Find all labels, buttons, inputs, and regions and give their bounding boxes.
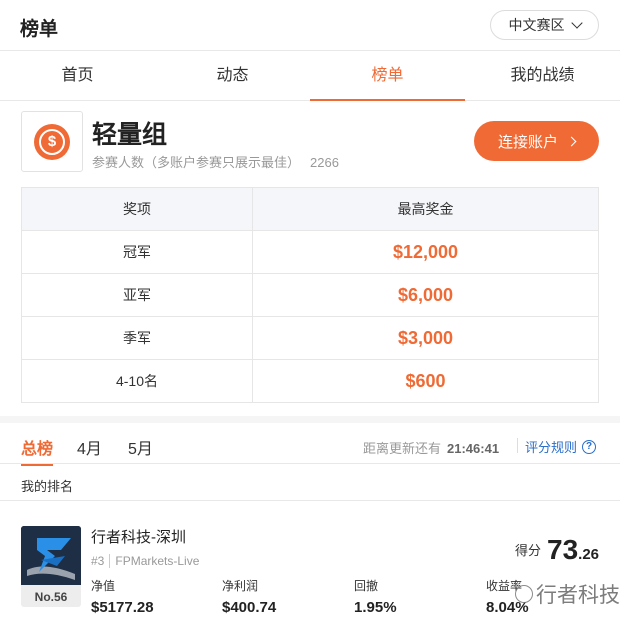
prize-amount: $6,000 xyxy=(252,273,599,317)
award-name: 季军 xyxy=(21,316,253,360)
tab-my-record[interactable]: 我的战绩 xyxy=(465,51,620,100)
prize-table-header: 奖项 最高奖金 xyxy=(21,187,599,231)
team-logo xyxy=(21,526,81,585)
participants-info: 参赛人数（多账户参赛只展示最佳） 2266 xyxy=(92,152,339,171)
award-name: 亚军 xyxy=(21,273,253,317)
award-name: 4-10名 xyxy=(21,359,253,403)
page: 榜单 中文赛区 首页 动态 榜单 我的战绩 $ 轻量组 参赛人数（多账户参赛只展… xyxy=(0,0,620,633)
region-select[interactable]: 中文赛区 xyxy=(490,10,599,40)
watermark-icon xyxy=(515,585,533,603)
watermark: 行者科技 xyxy=(515,579,620,609)
stat-net-profit: 净利润 $400.74 xyxy=(222,577,276,616)
update-label: 距离更新还有 xyxy=(363,441,442,456)
header: 榜单 中文赛区 xyxy=(0,0,620,51)
prize-table: 奖项 最高奖金 冠军 $12,000 亚军 $6,000 季军 $3,000 4… xyxy=(21,187,599,403)
participants-label: 参赛人数（多账户参赛只展示最佳） xyxy=(92,155,301,170)
stat-net-value: 净值 $5177.28 xyxy=(91,577,154,616)
avatar[interactable]: No.56 xyxy=(21,526,81,607)
main-tabs: 首页 动态 榜单 我的战绩 xyxy=(0,51,620,101)
chevron-down-icon xyxy=(570,17,583,29)
divider xyxy=(0,500,620,501)
tab-may[interactable]: 5月 xyxy=(128,435,153,459)
my-rank-label: 我的排名 xyxy=(21,479,74,494)
table-row: 季军 $3,000 xyxy=(21,316,599,360)
page-title: 榜单 xyxy=(20,19,59,40)
divider xyxy=(517,438,518,453)
connect-account-label: 连接账户 xyxy=(497,133,558,151)
table-row: 4-10名 $600 xyxy=(21,359,599,403)
stat-value: 1.95% xyxy=(354,599,397,616)
prize-amount: $3,000 xyxy=(252,316,599,360)
stat-label: 净值 xyxy=(91,579,116,593)
dollar-symbol: $ xyxy=(39,128,65,155)
award-name: 冠军 xyxy=(21,230,253,274)
tab-leaderboard[interactable]: 榜单 xyxy=(310,51,465,101)
account-number: #3 xyxy=(91,554,105,568)
region-label: 中文赛区 xyxy=(508,17,565,33)
score-label: 得分 xyxy=(515,543,542,558)
team-name[interactable]: 行者科技-深圳 xyxy=(91,526,186,547)
column-header-award: 奖项 xyxy=(21,187,253,231)
score-decimal: .26 xyxy=(578,546,600,563)
broker-name: FPMarkets-Live xyxy=(109,554,200,568)
stat-value: $400.74 xyxy=(222,599,277,616)
watermark-text: 行者科技 xyxy=(536,584,620,607)
rank-badge: No.56 xyxy=(34,590,68,604)
section-divider xyxy=(0,416,620,423)
question-icon: ? xyxy=(582,439,597,454)
column-header-max-prize: 最高奖金 xyxy=(252,187,599,231)
account-info: #3 FPMarkets-Live xyxy=(91,554,200,568)
tab-feed[interactable]: 动态 xyxy=(155,51,310,100)
countdown-time: 21:46:41 xyxy=(447,441,500,456)
connect-account-button[interactable]: 连接账户 xyxy=(474,121,599,161)
period-tabs: 总榜 4月 5月 距离更新还有 21:46:41 评分规则 ? xyxy=(0,423,620,466)
coin-icon: $ xyxy=(34,123,70,160)
scoring-rules-link[interactable]: 评分规则 ? xyxy=(525,437,597,456)
tab-april[interactable]: 4月 xyxy=(77,435,102,459)
stat-label: 回撤 xyxy=(354,579,379,593)
participants-count: 2266 xyxy=(310,155,339,170)
scoring-rules-label: 评分规则 xyxy=(525,440,578,455)
stat-drawdown: 回撤 1.95% xyxy=(354,577,397,616)
tab-overall[interactable]: 总榜 xyxy=(21,435,54,466)
tab-home[interactable]: 首页 xyxy=(0,51,155,100)
prize-amount: $600 xyxy=(252,359,599,403)
stat-label: 净利润 xyxy=(222,579,259,593)
group-icon-box: $ xyxy=(21,111,83,172)
table-row: 冠军 $12,000 xyxy=(21,230,599,274)
table-row: 亚军 $6,000 xyxy=(21,273,599,317)
stat-value: $5177.28 xyxy=(91,599,154,616)
update-countdown: 距离更新还有 21:46:41 xyxy=(363,438,499,457)
group-name: 轻量组 xyxy=(92,121,168,149)
score: 得分 73.26 xyxy=(515,534,599,566)
chevron-right-icon xyxy=(566,136,577,146)
prize-amount: $12,000 xyxy=(252,230,599,274)
score-integer: 73 xyxy=(547,534,579,565)
team-logo-icon xyxy=(21,526,81,585)
